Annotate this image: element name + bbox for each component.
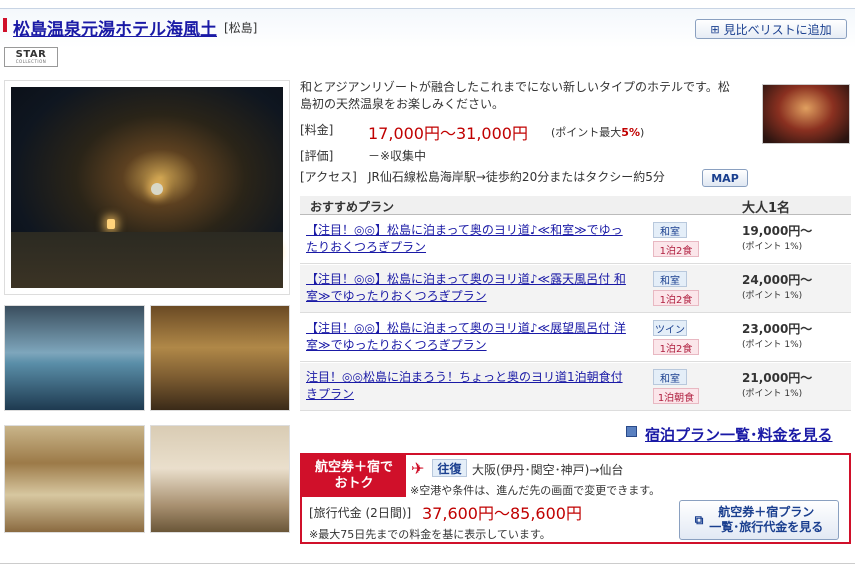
- footer-divider: [0, 563, 855, 564]
- plan-point: (ポイント 1%): [742, 389, 803, 399]
- air-hotel-title: 航空券＋宿で おトク: [302, 455, 406, 497]
- plan-price: 19,000円〜: [742, 224, 813, 238]
- lobby-photo[interactable]: [150, 305, 290, 411]
- plan-title-link[interactable]: 注目！◎◎松島に泊まろう！ちょっと奥のヨリ道1泊朝食付きプラン: [306, 369, 626, 403]
- plan-row: 【注目！◎◎】松島に泊まって奥のヨリ道♪≪露天風呂付 和室≫でゆったりおくつろぎ…: [300, 265, 851, 313]
- plan-list-link[interactable]: 宿泊プラン一覧･料金を見る: [645, 424, 833, 445]
- tour-price-note: ※最大75日先までの料金を基に表示しています。: [309, 528, 551, 541]
- tour-price: 37,600円〜85,600円: [422, 504, 582, 523]
- round-trip-badge: 往復: [432, 459, 467, 477]
- plan-point: (ポイント 1%): [742, 340, 803, 350]
- copy-icon: ⧉: [694, 512, 704, 527]
- plan-row: 【注目！◎◎】松島に泊まって奥のヨリ道♪≪展望風呂付 洋室≫でゆったりおくつろぎ…: [300, 314, 851, 362]
- meal-type-badge: 1泊朝食: [653, 388, 699, 404]
- room-type-badge: 和室: [653, 271, 687, 287]
- japanese-room-photo[interactable]: [4, 425, 145, 533]
- flight-route: 大阪(伊丹･関空･神戸)→仙台: [472, 463, 624, 477]
- meal-type-badge: 1泊2食: [653, 241, 699, 257]
- adult-price-heading: 大人1名: [742, 201, 791, 216]
- logo-subtext: COLLECTION: [15, 59, 47, 64]
- plan-point: (ポイント 1%): [742, 242, 803, 252]
- plan-title-link[interactable]: 【注目！◎◎】松島に泊まって奥のヨリ道♪≪展望風呂付 洋室≫でゆったりおくつろぎ…: [306, 320, 626, 354]
- bedroom-photo[interactable]: [150, 425, 290, 533]
- plan-price: 21,000円〜: [742, 371, 813, 385]
- plan-price: 23,000円〜: [742, 322, 813, 336]
- plan-row: 注目！◎◎松島に泊まろう！ちょっと奥のヨリ道1泊朝食付きプラン 和室 1泊朝食 …: [300, 363, 851, 411]
- plan-price: 24,000円〜: [742, 273, 813, 287]
- plan-row: 【注目！◎◎】松島に泊まって奥のヨリ道♪≪和室≫でゆったりおくつろぎプラン 和室…: [300, 216, 851, 264]
- add-to-compare-button[interactable]: ⊞ 見比べリストに追加: [695, 19, 847, 39]
- room-type-badge: 和室: [653, 222, 687, 238]
- meal-type-badge: 1泊2食: [653, 339, 699, 355]
- arrow-box-icon: [626, 426, 637, 437]
- plan-title-link[interactable]: 【注目！◎◎】松島に泊まって奥のヨリ道♪≪和室≫でゆったりおくつろぎプラン: [306, 222, 626, 256]
- bath-photo[interactable]: [4, 305, 145, 411]
- airplane-icon: ✈: [411, 459, 425, 478]
- header-accent-bar: [3, 18, 7, 32]
- plan-point: (ポイント 1%): [742, 291, 803, 301]
- hotel-name-link[interactable]: 松島温泉元湯ホテル海風土: [13, 15, 217, 40]
- max-point: (ポイント最大5%): [551, 126, 645, 139]
- price-label: [料金]: [300, 123, 334, 137]
- room-type-badge: ツイン: [653, 320, 687, 336]
- access-label: [アクセス]: [300, 170, 357, 184]
- tour-price-label: [旅行代金 (2日間)]: [309, 506, 412, 520]
- room-type-badge: 和室: [653, 369, 687, 385]
- plan-title-link[interactable]: 【注目！◎◎】松島に泊まって奥のヨリ道♪≪露天風呂付 和室≫でゆったりおくつろぎ…: [306, 271, 626, 305]
- access-info: JR仙石線松島海岸駅→徒歩約20分またはタクシー約5分: [368, 170, 665, 184]
- price-range: 17,000円〜31,000円: [368, 124, 528, 143]
- rating-label: [評価]: [300, 149, 334, 163]
- restaurant-thumbnail[interactable]: [762, 84, 850, 144]
- air-hotel-plan-button[interactable]: ⧉ 航空券＋宿プラン 一覧･旅行代金を見る: [679, 500, 839, 540]
- plus-box-icon: ⊞: [710, 22, 720, 36]
- main-hotel-photo[interactable]: [4, 80, 290, 295]
- meal-type-badge: 1泊2食: [653, 290, 699, 306]
- rating-value: －※収集中: [368, 149, 427, 163]
- map-button[interactable]: MAP: [702, 169, 748, 187]
- hotel-area: [松島]: [224, 21, 258, 35]
- airport-note: ※空港や条件は、進んだ先の画面で変更できます。: [410, 484, 661, 497]
- hotel-description: 和とアジアンリゾートが融合したこれまでにない新しいタイプのホテルです。松島初の天…: [300, 80, 730, 111]
- add-to-compare-label: 見比べリストに追加: [723, 22, 832, 37]
- recommended-plan-heading: おすすめプラン: [310, 200, 395, 214]
- star-collection-logo: STAR COLLECTION: [4, 47, 58, 67]
